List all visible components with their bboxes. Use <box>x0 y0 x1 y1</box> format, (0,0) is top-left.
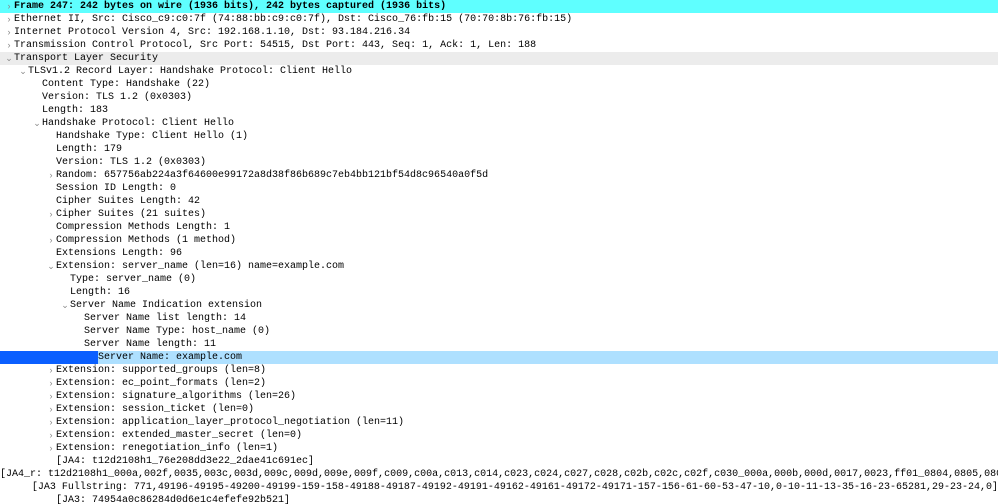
sni-length-label: Length: 16 <box>70 286 130 299</box>
sni-type-label: Type: server_name (0) <box>70 273 196 286</box>
ja4-label: [JA4: t12d2108h1_76e208dd3e22_2dae41c691… <box>56 455 314 468</box>
expand-closed-icon[interactable]: › <box>46 403 56 416</box>
expand-open-icon[interactable]: ⌄ <box>4 52 14 65</box>
expand-closed-icon[interactable]: › <box>46 442 56 455</box>
sni-name-length-label: Server Name length: 11 <box>84 338 216 351</box>
handshake-length-label: Length: 179 <box>56 143 122 156</box>
extensions-length-label: Extensions Length: 96 <box>56 247 182 260</box>
ext-server-name-label: Extension: server_name (len=16) name=exa… <box>56 260 344 273</box>
random-label: Random: 657756ab224a3f64600e99172a8d38f8… <box>56 169 488 182</box>
tree-row-cipher-suites[interactable]: › Cipher Suites (21 suites) <box>0 208 998 221</box>
tree-row-hs-version[interactable]: Version: TLS 1.2 (0x0303) <box>0 156 998 169</box>
tree-row-handshake[interactable]: ⌄ Handshake Protocol: Client Hello <box>0 117 998 130</box>
ext-alpn-label: Extension: application_layer_protocol_ne… <box>56 416 404 429</box>
cipher-suites-length-label: Cipher Suites Length: 42 <box>56 195 200 208</box>
selection-gutter <box>0 351 98 364</box>
content-type-label: Content Type: Handshake (22) <box>42 78 210 91</box>
expand-open-icon[interactable]: ⌄ <box>60 299 70 312</box>
tls-summary: Transport Layer Security <box>14 52 158 65</box>
ext-session-ticket-label: Extension: session_ticket (len=0) <box>56 403 254 416</box>
tree-row-hs-length[interactable]: Length: 179 <box>0 143 998 156</box>
ext-supported-groups-label: Extension: supported_groups (len=8) <box>56 364 266 377</box>
tree-row-ethernet[interactable]: › Ethernet II, Src: Cisco_c9:c0:7f (74:8… <box>0 13 998 26</box>
expand-closed-icon[interactable]: › <box>46 429 56 442</box>
sni-name-type-label: Server Name Type: host_name (0) <box>84 325 270 338</box>
expand-closed-icon[interactable]: › <box>4 13 14 26</box>
tree-row-sni-name-selected[interactable]: Server Name: example.com <box>0 351 998 364</box>
session-id-length-label: Session ID Length: 0 <box>56 182 176 195</box>
tree-row-content-type[interactable]: Content Type: Handshake (22) <box>0 78 998 91</box>
ext-ec-point-formats-label: Extension: ec_point_formats (len=2) <box>56 377 266 390</box>
sni-list-length-label: Server Name list length: 14 <box>84 312 246 325</box>
expand-closed-icon[interactable]: › <box>46 208 56 221</box>
tree-row-sni-type[interactable]: Type: server_name (0) <box>0 273 998 286</box>
frame-summary: Frame 247: 242 bytes on wire (1936 bits)… <box>14 0 446 13</box>
expand-open-icon[interactable]: ⌄ <box>18 65 28 78</box>
expand-closed-icon[interactable]: › <box>46 416 56 429</box>
tree-row-sni-name-type[interactable]: Server Name Type: host_name (0) <box>0 325 998 338</box>
tree-row-random[interactable]: › Random: 657756ab224a3f64600e99172a8d38… <box>0 169 998 182</box>
tree-row-ip[interactable]: › Internet Protocol Version 4, Src: 192.… <box>0 26 998 39</box>
tree-row-session-id-length[interactable]: Session ID Length: 0 <box>0 182 998 195</box>
tree-row-compression-methods-length[interactable]: Compression Methods Length: 1 <box>0 221 998 234</box>
compression-methods-length-label: Compression Methods Length: 1 <box>56 221 230 234</box>
tree-row-compression-methods[interactable]: › Compression Methods (1 method) <box>0 234 998 247</box>
tree-row-ext-ems[interactable]: › Extension: extended_master_secret (len… <box>0 429 998 442</box>
expand-closed-icon[interactable]: › <box>4 26 14 39</box>
compression-methods-label: Compression Methods (1 method) <box>56 234 236 247</box>
tree-row-sni-list-length[interactable]: Server Name list length: 14 <box>0 312 998 325</box>
tree-row-ext-renegotiation-info[interactable]: › Extension: renegotiation_info (len=1) <box>0 442 998 455</box>
ext-ems-label: Extension: extended_master_secret (len=0… <box>56 429 302 442</box>
ja3-fullstring-label: [JA3 Fullstring: 771,49196-49195-49200-4… <box>32 481 998 494</box>
ext-renegotiation-info-label: Extension: renegotiation_info (len=1) <box>56 442 278 455</box>
tree-row-tls[interactable]: ⌄ Transport Layer Security <box>0 52 998 65</box>
handshake-version-label: Version: TLS 1.2 (0x0303) <box>56 156 206 169</box>
cipher-suites-label: Cipher Suites (21 suites) <box>56 208 206 221</box>
tree-row-ja3[interactable]: [JA3: 74954a0c86284d0d6e1c4efefe92b521] <box>0 494 998 504</box>
tree-row-record-length[interactable]: Length: 183 <box>0 104 998 117</box>
tree-row-frame[interactable]: › Frame 247: 242 bytes on wire (1936 bit… <box>0 0 998 13</box>
tree-row-extensions-length[interactable]: Extensions Length: 96 <box>0 247 998 260</box>
tree-row-ja3-fullstring[interactable]: [JA3 Fullstring: 771,49196-49195-49200-4… <box>0 481 998 494</box>
tree-row-ext-ec-point-formats[interactable]: › Extension: ec_point_formats (len=2) <box>0 377 998 390</box>
server-name-value: Server Name: example.com <box>98 351 998 364</box>
ip-summary: Internet Protocol Version 4, Src: 192.16… <box>14 26 410 39</box>
ext-signature-algorithms-label: Extension: signature_algorithms (len=26) <box>56 390 296 403</box>
expand-open-icon[interactable]: ⌄ <box>32 117 42 130</box>
tree-row-ext-session-ticket[interactable]: › Extension: session_ticket (len=0) <box>0 403 998 416</box>
tree-row-sni-name-length[interactable]: Server Name length: 11 <box>0 338 998 351</box>
expand-closed-icon[interactable]: › <box>46 390 56 403</box>
tree-row-hs-type[interactable]: Handshake Type: Client Hello (1) <box>0 130 998 143</box>
tree-row-ext-server-name[interactable]: ⌄ Extension: server_name (len=16) name=e… <box>0 260 998 273</box>
expand-closed-icon[interactable]: › <box>46 234 56 247</box>
expand-closed-icon[interactable]: › <box>46 169 56 182</box>
record-layer-label: TLSv1.2 Record Layer: Handshake Protocol… <box>28 65 352 78</box>
expand-closed-icon[interactable]: › <box>46 364 56 377</box>
ja3-label: [JA3: 74954a0c86284d0d6e1c4efefe92b521] <box>56 494 290 504</box>
ethernet-summary: Ethernet II, Src: Cisco_c9:c0:7f (74:88:… <box>14 13 572 26</box>
tree-row-tcp[interactable]: › Transmission Control Protocol, Src Por… <box>0 39 998 52</box>
expand-closed-icon[interactable]: › <box>4 0 14 13</box>
record-length-label: Length: 183 <box>42 104 108 117</box>
tree-row-ext-alpn[interactable]: › Extension: application_layer_protocol_… <box>0 416 998 429</box>
tree-row-sni-extension[interactable]: ⌄ Server Name Indication extension <box>0 299 998 312</box>
tree-row-ext-supported-groups[interactable]: › Extension: supported_groups (len=8) <box>0 364 998 377</box>
tree-row-ja4[interactable]: [JA4: t12d2108h1_76e208dd3e22_2dae41c691… <box>0 455 998 468</box>
expand-closed-icon[interactable]: › <box>46 377 56 390</box>
expand-open-icon[interactable]: ⌄ <box>46 260 56 273</box>
tree-row-cipher-suites-length[interactable]: Cipher Suites Length: 42 <box>0 195 998 208</box>
record-version-label: Version: TLS 1.2 (0x0303) <box>42 91 192 104</box>
tree-row-record-version[interactable]: Version: TLS 1.2 (0x0303) <box>0 91 998 104</box>
tcp-summary: Transmission Control Protocol, Src Port:… <box>14 39 536 52</box>
tree-row-record[interactable]: ⌄ TLSv1.2 Record Layer: Handshake Protoc… <box>0 65 998 78</box>
sni-extension-label: Server Name Indication extension <box>70 299 262 312</box>
handshake-protocol-label: Handshake Protocol: Client Hello <box>42 117 234 130</box>
expand-closed-icon[interactable]: › <box>4 39 14 52</box>
tree-row-ja4r[interactable]: [JA4_r: t12d2108h1_000a,002f,0035,003c,0… <box>0 468 998 481</box>
ja4r-label: [JA4_r: t12d2108h1_000a,002f,0035,003c,0… <box>0 468 998 481</box>
tree-row-sni-length[interactable]: Length: 16 <box>0 286 998 299</box>
tree-row-ext-signature-algorithms[interactable]: › Extension: signature_algorithms (len=2… <box>0 390 998 403</box>
handshake-type-label: Handshake Type: Client Hello (1) <box>56 130 248 143</box>
